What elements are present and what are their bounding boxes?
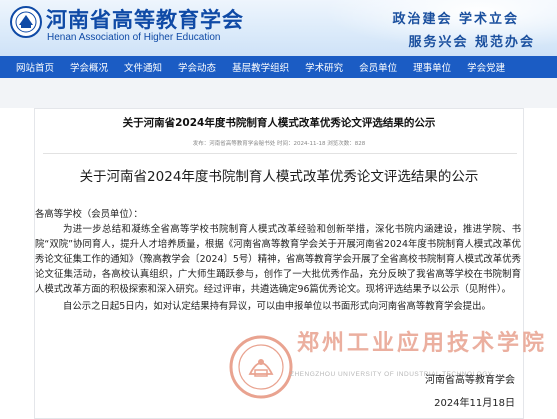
salutation: 各高等学校（会员单位）：	[35, 209, 143, 220]
article-heading: 关于河南省2024年度书院制育人模式改革优秀论文评选结果的公示	[122, 117, 436, 129]
nav-item-party[interactable]: 学会党建	[467, 60, 505, 74]
divider	[43, 153, 517, 154]
slogan-line-1: 政治建会 学术立会	[392, 12, 519, 27]
school-watermark-name: 郑州工业应用技术学院	[297, 330, 548, 356]
article-meta: 发布：河南省高等教育学会秘书处 时间：2024-11-18 浏览次数：828	[192, 141, 366, 147]
paragraph-2: 自公示之日起5日内，如对认定结果持有异议，可以由申报单位以书面形式向河南省高等教…	[63, 301, 491, 312]
nav-item-about[interactable]: 学会概况	[70, 60, 108, 74]
school-seal-icon	[229, 335, 293, 399]
paragraph-1: 为进一步总结和凝练全省高等学校书院制育人模式改革经验和创新举措，深化书院内涵建设…	[35, 224, 521, 295]
signature-organization: 河南省高等教育学会	[425, 375, 515, 386]
signature-date: 2024年11月18日	[434, 398, 515, 409]
nav-item-research[interactable]: 学术研究	[305, 60, 343, 74]
site-header: 河南省高等教育学会 Henan Association of Higher Ed…	[0, 0, 557, 56]
document-title: 关于河南省2024年度书院制育人模式改革优秀论文评选结果的公示	[79, 169, 479, 185]
page-background	[0, 78, 557, 108]
site-name-en: Henan Association of Higher Education	[47, 32, 221, 43]
nav-item-news[interactable]: 学会动态	[178, 60, 216, 74]
nav-item-notices[interactable]: 文件通知	[124, 60, 162, 74]
site-name[interactable]: 河南省高等教育学会	[46, 4, 244, 34]
nav-item-members[interactable]: 会员单位	[359, 60, 397, 74]
nav-item-teaching-orgs[interactable]: 基层教学组织	[232, 60, 289, 74]
nav-item-council[interactable]: 理事单位	[413, 60, 451, 74]
main-nav: 网站首页 学会概况 文件通知 学会动态 基层教学组织 学术研究 会员单位 理事单…	[0, 56, 557, 78]
association-logo-icon[interactable]	[10, 6, 42, 38]
nav-item-home[interactable]: 网站首页	[16, 60, 54, 74]
article-body: 各高等学校（会员单位）： 为进一步总结和凝练全省高等学校书院制育人模式改革经验和…	[35, 207, 525, 314]
slogan-line-2: 服务兴会 规范办会	[408, 35, 535, 50]
article-card: 关于河南省2024年度书院制育人模式改革优秀论文评选结果的公示 发布：河南省高等…	[34, 108, 544, 419]
